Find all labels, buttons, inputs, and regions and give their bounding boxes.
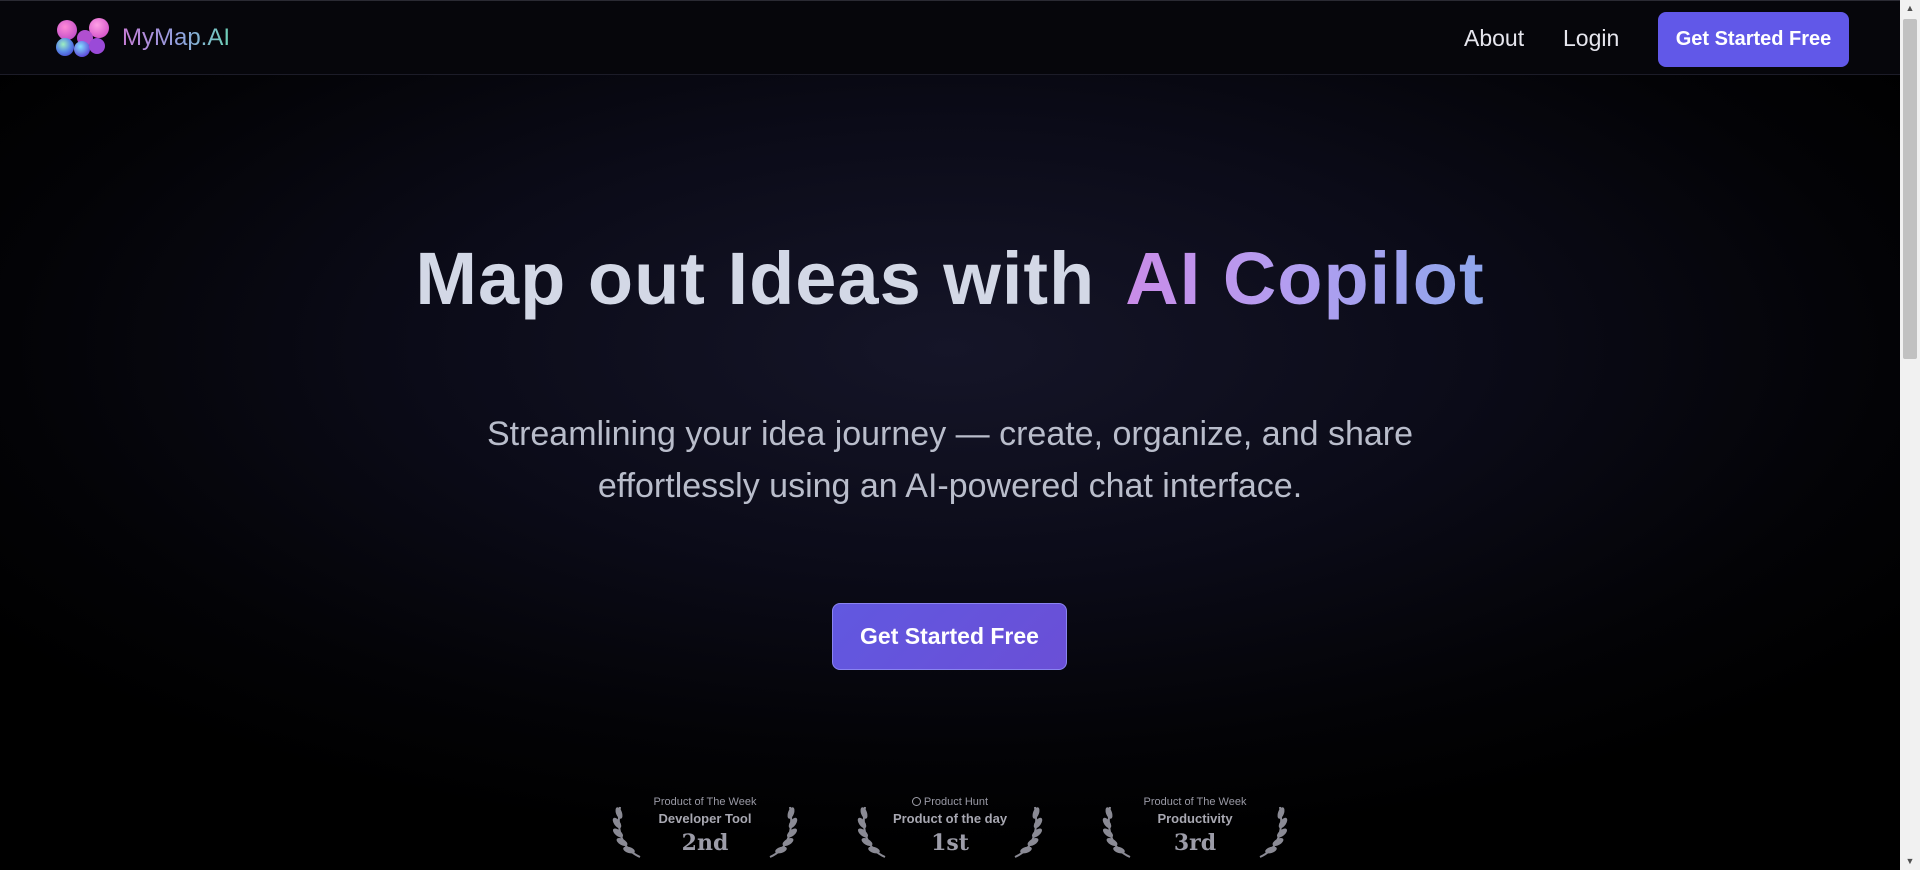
hero-get-started-button[interactable]: Get Started Free (832, 603, 1067, 670)
laurel-wreath-icon (1014, 806, 1043, 858)
badge-label-text: Product Hunt (923, 796, 989, 808)
vertical-scrollbar[interactable]: ▲ ▼ (1900, 0, 1920, 870)
product-hunt-icon (911, 797, 921, 806)
award-badge-developer-tool[interactable]: Product of The Week Developer Tool 2nd (610, 795, 800, 865)
hero-title-highlight: AI Copilot (1125, 237, 1485, 320)
top-navbar: MyMap.AI About Login Get Started Free (0, 0, 1900, 75)
brand-name[interactable]: MyMap.AI (122, 24, 230, 52)
hero-title-plain: Map out Ideas with (415, 237, 1096, 320)
nav-about-link[interactable]: About (1464, 24, 1524, 52)
laurel-wreath-icon (769, 806, 798, 858)
hero-subtitle-line-2: effortlessly using an AI-powered chat in… (597, 467, 1303, 505)
award-badge-product-of-the-day[interactable]: Product Hunt Product of the day 1st (855, 795, 1045, 865)
hero-subtitle: Streamlining your idea journey — create,… (400, 408, 1500, 512)
landing-page: MyMap.AI About Login Get Started Free Ma… (0, 0, 1900, 870)
scroll-up-arrow-icon[interactable]: ▲ (1900, 0, 1920, 17)
laurel-wreath-icon (1259, 806, 1288, 858)
award-badge-productivity[interactable]: Product of The Week Productivity 3rd (1100, 795, 1290, 865)
scrollbar-thumb[interactable] (1903, 19, 1917, 359)
nav-login-link[interactable]: Login (1563, 24, 1619, 52)
hero-title: Map out Ideas with AI Copilot (0, 234, 1900, 324)
scroll-down-arrow-icon[interactable]: ▼ (1900, 853, 1920, 870)
nav-get-started-button[interactable]: Get Started Free (1658, 12, 1849, 67)
hero-subtitle-line-1: Streamlining your idea journey — create,… (486, 415, 1414, 453)
mymap-logo-icon[interactable] (55, 16, 111, 58)
